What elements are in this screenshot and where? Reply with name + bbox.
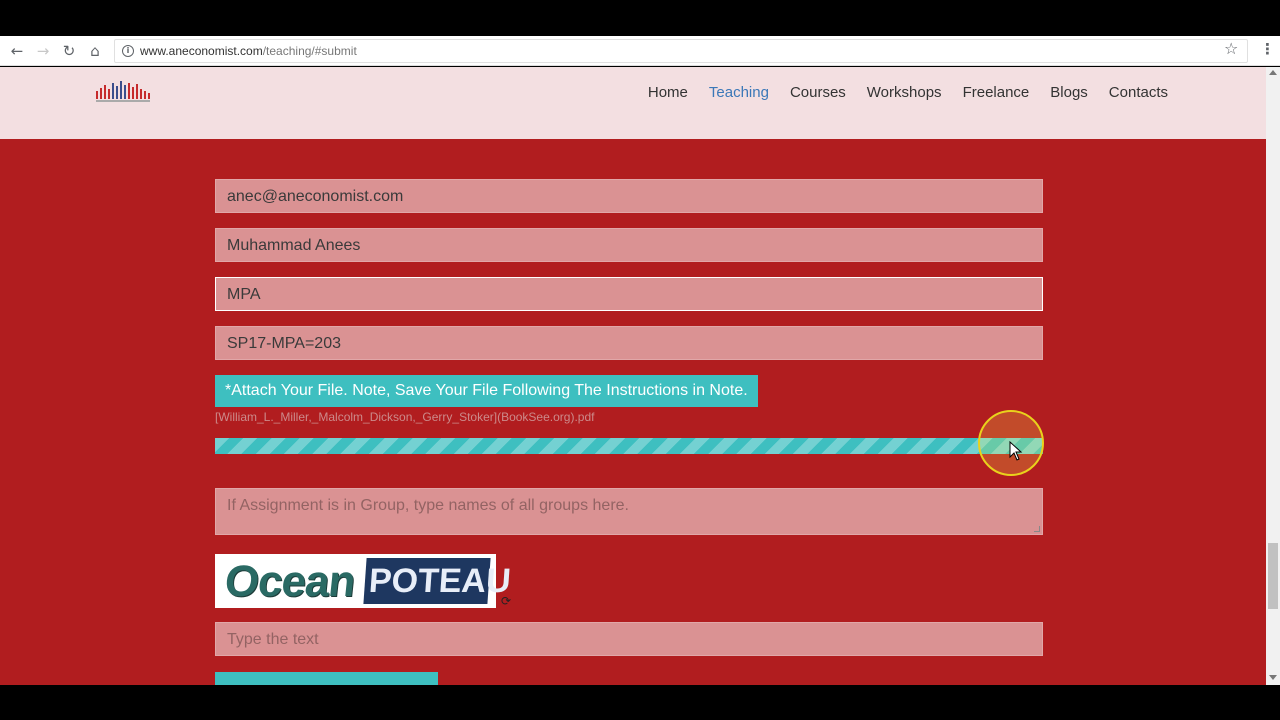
web-page: Home Teaching Courses Workshops Freelanc… [0,67,1266,685]
nav-teaching[interactable]: Teaching [709,84,769,101]
attach-file-button[interactable]: *Attach Your File. Note, Save Your File … [215,375,758,407]
nav-home[interactable]: Home [648,84,688,101]
nav-courses[interactable]: Courses [790,84,846,101]
kebab-menu-icon[interactable]: ⋮ [1260,40,1275,58]
address-bar[interactable]: i www.aneconomist.com/teaching/#submit [114,39,1248,63]
captcha-input[interactable]: Type the text [215,622,1043,656]
star-icon[interactable]: ☆ [1224,40,1238,58]
upload-progress-fill [215,438,1043,454]
captcha-word-2: POTEAU [363,558,512,604]
screen-top-border [0,0,1280,36]
submit-button[interactable] [215,672,438,685]
nav-workshops[interactable]: Workshops [867,84,942,101]
resize-handle-icon[interactable] [1034,526,1040,532]
home-icon[interactable]: ⌂ [86,42,104,60]
scroll-down-arrow-icon[interactable] [1269,675,1277,680]
forward-arrow-icon[interactable]: → [34,42,52,60]
site-header: Home Teaching Courses Workshops Freelanc… [0,67,1266,139]
screen-bottom-border [0,685,1280,720]
back-arrow-icon[interactable]: ← [8,42,26,60]
name-field[interactable]: Muhammad Anees [215,228,1043,262]
program-field[interactable]: MPA [215,277,1043,311]
roll-number-field[interactable]: SP17-MPA=203 [215,326,1043,360]
page-scrollbar[interactable] [1266,67,1280,685]
url-domain: www.aneconomist.com [140,44,263,58]
scroll-thumb[interactable] [1268,543,1278,609]
captcha-image: Ocean POTEAU [215,554,512,608]
url-text: www.aneconomist.com/teaching/#submit [140,44,357,58]
email-field[interactable]: anec@aneconomist.com [215,179,1043,213]
captcha-word-1: Ocean [222,557,358,606]
scroll-up-arrow-icon[interactable] [1269,70,1277,75]
browser-toolbar: ← → ↻ ⌂ i www.aneconomist.com/teaching/#… [0,36,1280,66]
attached-file-name: [William_L._Miller,_Malcolm_Dickson,_Ger… [215,410,595,424]
nav-contacts[interactable]: Contacts [1109,84,1168,101]
url-path: /teaching/#submit [262,44,357,58]
nav-freelance[interactable]: Freelance [963,84,1030,101]
group-names-textarea[interactable]: If Assignment is in Group, type names of… [215,488,1043,535]
refresh-captcha-icon[interactable]: ⟳ [501,595,511,607]
nav-blogs[interactable]: Blogs [1050,84,1088,101]
reload-icon[interactable]: ↻ [60,42,78,60]
info-icon[interactable]: i [122,45,134,57]
main-nav: Home Teaching Courses Workshops Freelanc… [627,84,1168,101]
upload-progress-bar [215,438,1043,454]
mouse-cursor-icon [1009,441,1023,461]
site-logo[interactable] [94,79,154,105]
